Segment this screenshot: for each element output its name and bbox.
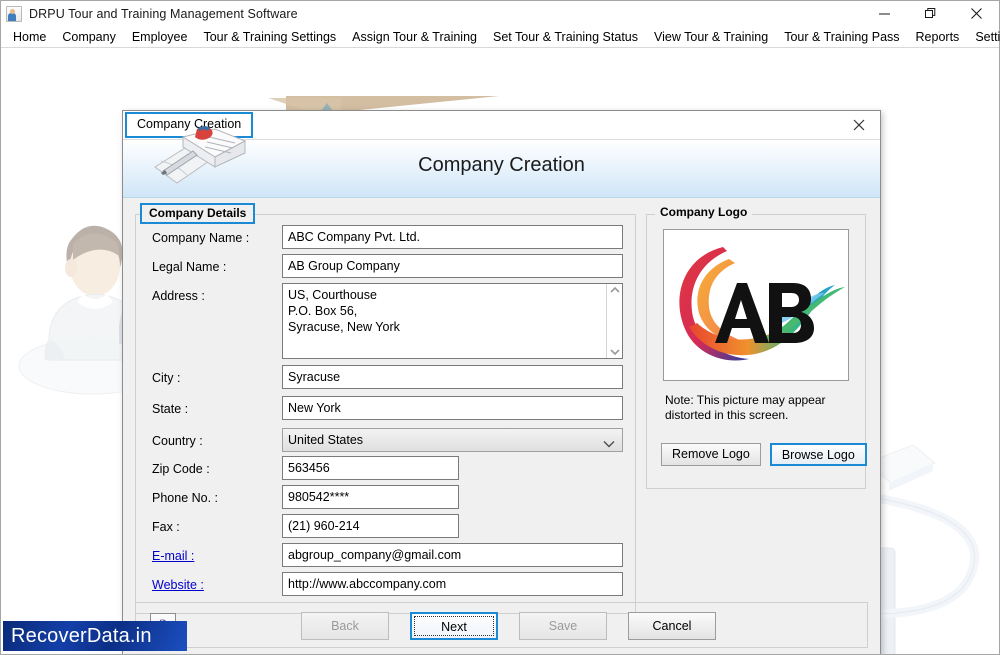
- fax-label: Fax :: [152, 520, 180, 534]
- company-creation-dialog: Company Creation Company Creation Compan…: [122, 110, 881, 654]
- zip-code-input[interactable]: [282, 456, 459, 480]
- window-title: DRPU Tour and Training Management Softwa…: [29, 6, 298, 21]
- next-button[interactable]: Next: [410, 612, 498, 640]
- field-row-country: Country : United States: [136, 428, 635, 454]
- website-link-label[interactable]: Website :: [152, 572, 204, 598]
- field-row-phone: Phone No. :: [136, 485, 635, 511]
- website-input[interactable]: [282, 572, 623, 596]
- field-row-zip-code: Zip Code :: [136, 456, 635, 482]
- state-input[interactable]: [282, 396, 623, 420]
- field-row-website: Website :: [136, 572, 635, 598]
- field-row-city: City :: [136, 365, 635, 391]
- address-label: Address :: [152, 289, 205, 303]
- zip-code-label: Zip Code :: [152, 462, 210, 476]
- restore-icon[interactable]: [907, 1, 953, 26]
- address-textarea[interactable]: US, Courthouse P.O. Box 56, Syracuse, Ne…: [283, 284, 622, 358]
- city-label: City :: [152, 371, 181, 385]
- city-input[interactable]: [282, 365, 623, 389]
- workspace-background: Company Creation Company Creation Compan…: [1, 48, 999, 654]
- footer-button-group: Back Next Save Cancel: [301, 612, 716, 640]
- menu-item-company[interactable]: Company: [54, 27, 124, 47]
- minimize-icon[interactable]: [861, 1, 907, 26]
- remove-logo-button[interactable]: Remove Logo: [661, 443, 761, 466]
- chevron-up-icon: [609, 286, 620, 293]
- phone-label: Phone No. :: [152, 491, 219, 505]
- address-textarea-wrapper: US, Courthouse P.O. Box 56, Syracuse, Ne…: [282, 283, 623, 359]
- chevron-down-icon: [609, 349, 620, 356]
- browse-logo-button[interactable]: Browse Logo: [769, 443, 867, 466]
- ab-logo-image: [679, 247, 845, 361]
- menu-item-employee[interactable]: Employee: [124, 27, 196, 47]
- company-logo-legend: Company Logo: [655, 205, 753, 219]
- company-details-panel: Company Details Company Name : Legal Nam…: [135, 203, 636, 614]
- dialog-header: Company Creation: [123, 126, 880, 198]
- field-row-legal-name: Legal Name :: [136, 254, 635, 280]
- company-name-input[interactable]: [282, 225, 623, 249]
- watermark: RecoverData.in: [3, 621, 187, 651]
- country-selected-value: United States: [288, 433, 364, 447]
- field-row-email: E-mail :: [136, 543, 635, 569]
- company-logo-panel: Company Logo Note: This picture may appe…: [646, 205, 867, 489]
- field-row-address: Address : US, Courthouse P.O. Box 56, Sy…: [136, 283, 635, 363]
- address-scrollbar[interactable]: [606, 284, 622, 358]
- logo-buttons: Remove Logo Browse Logo: [661, 443, 867, 466]
- title-bar: DRPU Tour and Training Management Softwa…: [1, 1, 999, 26]
- close-icon[interactable]: [953, 1, 999, 26]
- back-button[interactable]: Back: [301, 612, 389, 640]
- dialog-footer: ? Back Next Save Cancel: [135, 602, 868, 648]
- window-controls: [861, 1, 999, 26]
- menu-item-view-tour-training[interactable]: View Tour & Training: [646, 27, 776, 47]
- menu-item-set-tour-training-status[interactable]: Set Tour & Training Status: [485, 27, 646, 47]
- menu-item-home[interactable]: Home: [5, 27, 54, 47]
- dialog-header-title: Company Creation: [418, 154, 585, 176]
- legal-name-input[interactable]: [282, 254, 623, 278]
- field-row-fax: Fax :: [136, 514, 635, 540]
- menu-item-tour-training-pass[interactable]: Tour & Training Pass: [776, 27, 907, 47]
- country-label: Country :: [152, 434, 203, 448]
- menu-item-tour-training-settings[interactable]: Tour & Training Settings: [195, 27, 344, 47]
- field-row-company-name: Company Name :: [136, 225, 635, 251]
- save-button[interactable]: Save: [519, 612, 607, 640]
- email-input[interactable]: [282, 543, 623, 567]
- company-logo-preview: [663, 229, 849, 381]
- country-select[interactable]: United States: [282, 428, 623, 452]
- phone-input[interactable]: [282, 485, 459, 509]
- fax-input[interactable]: [282, 514, 459, 538]
- company-details-legend: Company Details: [140, 203, 256, 224]
- logo-note-text: Note: This picture may appear distorted …: [665, 393, 826, 422]
- menu-item-settings[interactable]: Settings: [967, 27, 1000, 47]
- application-window: DRPU Tour and Training Management Softwa…: [0, 0, 1000, 655]
- company-name-label: Company Name :: [152, 231, 250, 245]
- app-icon: [6, 5, 22, 22]
- cancel-button[interactable]: Cancel: [628, 612, 716, 640]
- menu-item-assign-tour-training[interactable]: Assign Tour & Training: [344, 27, 485, 47]
- state-label: State :: [152, 402, 189, 416]
- email-link-label[interactable]: E-mail :: [152, 543, 194, 569]
- chevron-down-icon: [603, 437, 615, 451]
- legal-name-label: Legal Name :: [152, 260, 227, 274]
- dialog-body: Company Details Company Name : Legal Nam…: [123, 198, 880, 654]
- menu-item-reports[interactable]: Reports: [908, 27, 968, 47]
- menu-bar: Home Company Employee Tour & Training Se…: [1, 26, 1000, 48]
- dialog-close-icon[interactable]: [838, 111, 880, 139]
- field-row-state: State :: [136, 396, 635, 422]
